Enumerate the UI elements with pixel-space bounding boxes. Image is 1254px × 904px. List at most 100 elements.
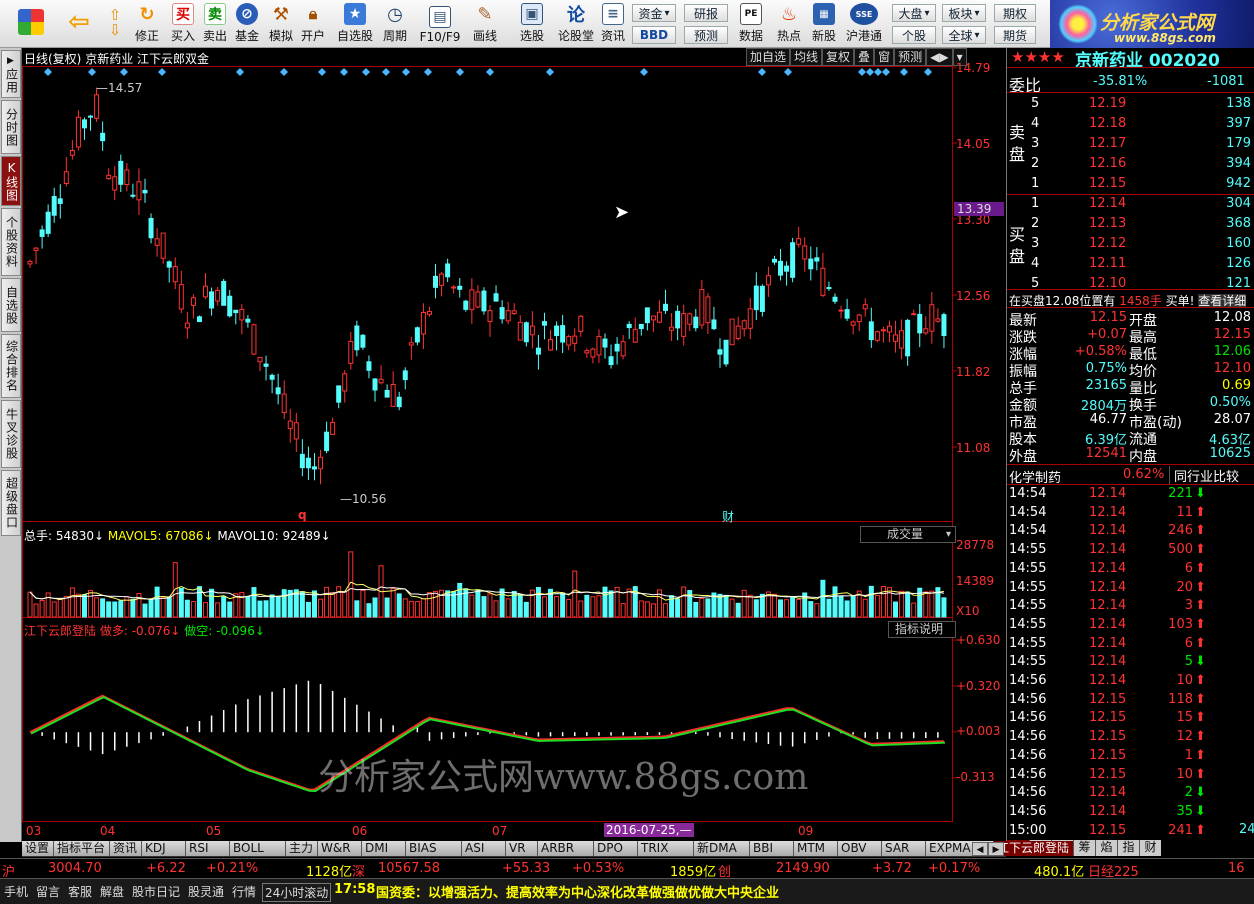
tab-kline[interactable]: K线图 <box>1 156 21 206</box>
open-account-button[interactable]: 🔒︎ 开户 <box>298 2 328 46</box>
indicator-tab[interactable]: TRIX <box>638 841 694 856</box>
indicator-tab[interactable]: 指标平台 <box>54 841 110 856</box>
indicator-tab[interactable]: KDJ <box>142 841 186 856</box>
add-watchlist-button[interactable]: 加自选 <box>746 48 791 66</box>
indicator-tab[interactable]: RSI <box>186 841 230 856</box>
indicator-tab[interactable]: ASI <box>462 841 506 856</box>
chart-canvas[interactable] <box>22 48 1006 842</box>
sector-dropdown[interactable]: 板块 ▾ <box>942 4 986 22</box>
research-button[interactable]: 研报 <box>684 4 728 22</box>
kline-chart-area[interactable]: 日线(复权) 京新药业 江下云郎双金 加自选 均线 复权 叠 窗 预测 ◀▶ ▾… <box>22 48 1006 842</box>
window-button[interactable]: 窗 <box>874 48 895 66</box>
period-button[interactable]: ◷ 周期 <box>378 2 412 46</box>
adjust-button[interactable]: 复权 <box>822 48 855 66</box>
simulate-button[interactable]: ⚒ 模拟 <box>266 2 296 46</box>
data-button[interactable]: PE 数据 <box>734 2 768 46</box>
tab-flame[interactable]: 焰 <box>1095 840 1117 856</box>
indicator-tab[interactable]: W&R <box>318 841 362 856</box>
tab-finance[interactable]: 财 <box>1139 840 1161 856</box>
home-button[interactable] <box>14 2 48 46</box>
tab-ranking[interactable]: 综合排名 <box>1 334 21 398</box>
indicator-tab[interactable]: VR <box>506 841 538 856</box>
tab-apps[interactable]: ▶ 应用 <box>1 50 21 98</box>
candle-body <box>560 325 566 343</box>
forum-button[interactable]: 论 论股堂 <box>556 2 596 46</box>
status-message[interactable]: 留言 <box>36 883 60 900</box>
indicator-tab[interactable]: MTM <box>794 841 838 856</box>
sector-compare-button[interactable]: 同行业比较 <box>1169 466 1239 485</box>
hotspot-button[interactable]: ♨ 热点 <box>772 2 806 46</box>
hk-connect-button[interactable]: SSE 沪港通 <box>842 2 886 46</box>
indicator-tab[interactable]: ARBR <box>538 841 594 856</box>
indicator-explain-button[interactable]: 指标说明 <box>888 621 956 638</box>
news-button[interactable]: ≡ 资讯 <box>598 2 628 46</box>
signal-diamonds <box>44 68 932 76</box>
overlay-button[interactable]: 叠 <box>854 48 875 66</box>
global-dropdown[interactable]: 全球 ▾ <box>942 26 986 44</box>
buy-button[interactable]: 买 买入 <box>168 2 198 46</box>
individual-stock-button[interactable]: 个股 <box>892 26 936 44</box>
indicator-tab[interactable]: 资讯 <box>110 841 142 856</box>
scroll-right-icon[interactable]: ▶ <box>988 842 1004 856</box>
volume-bar <box>433 590 439 618</box>
stat-label: 外盘 <box>1009 449 1037 465</box>
forecast-button[interactable]: 预测 <box>684 26 728 44</box>
status-quote[interactable]: 行情 <box>232 883 256 900</box>
tab-index[interactable]: 指 <box>1117 840 1139 856</box>
status-diary[interactable]: 股市日记 <box>132 883 180 900</box>
page-up-down-button[interactable]: ⇧ ⇩ <box>102 2 128 46</box>
sell-button[interactable]: 卖 卖出 <box>200 2 230 46</box>
indicator-tab[interactable]: DMI <box>362 841 406 856</box>
tab-timeshare[interactable]: 分时图 <box>1 100 21 154</box>
tick-price: 12.14 <box>1089 673 1127 688</box>
predict-button[interactable]: 预测 <box>894 48 927 66</box>
indicator-tab[interactable]: 主力 <box>286 841 318 856</box>
flame-icon: ♨ <box>780 3 798 25</box>
fund-button[interactable]: ⊘ 基金 <box>232 2 262 46</box>
tab-super-book[interactable]: 超级盘口 <box>1 470 21 536</box>
stock-picker-button[interactable]: ▣ 选股 <box>510 2 554 46</box>
tab-chips[interactable]: 筹 <box>1073 840 1095 856</box>
indicator-tab[interactable]: 新DMA <box>694 841 750 856</box>
indicator-tab[interactable]: BIAS <box>406 841 462 856</box>
bbd-button[interactable]: BBD <box>632 26 676 44</box>
new-stock-button[interactable]: ▦ 新股 <box>808 2 840 46</box>
f10-button[interactable]: ▤ F10/F9 <box>418 2 462 46</box>
indicator-tab[interactable]: SAR <box>882 841 926 856</box>
status-service[interactable]: 客服 <box>68 883 92 900</box>
draw-line-button[interactable]: ✎ 画线 <box>468 2 502 46</box>
futures-button[interactable]: 期货 <box>994 26 1036 44</box>
indicator-tab[interactable]: BOLL <box>230 841 286 856</box>
big-order-detail-link[interactable]: 查看详细 <box>1198 294 1247 308</box>
watchlist-button[interactable]: ★ 自选股 <box>334 2 376 46</box>
news-ticker[interactable]: 国资委：以增强活力、提高效率为中心深化改革做强做优做大中央企业 <box>376 882 779 901</box>
volume-combo[interactable]: 成交量 ▾ <box>860 526 956 543</box>
up-arrow-icon: ⬆ <box>1195 729 1206 745</box>
market-dropdown[interactable]: 大盘 ▾ <box>892 4 936 22</box>
fix-button[interactable]: ↻ 修正 <box>132 2 162 46</box>
ma-button[interactable]: 均线 <box>790 48 823 66</box>
speaker-icon[interactable]: ◀▶ <box>926 48 953 66</box>
volume-bar <box>426 592 432 618</box>
tab-diagnosis[interactable]: 牛叉诊股 <box>1 400 21 468</box>
indicator-tab[interactable]: 江下云郎登陆 <box>994 841 1074 856</box>
indicator-tab[interactable]: BBI <box>750 841 794 856</box>
status-mobile[interactable]: 手机 <box>4 883 28 900</box>
tab-watchlist[interactable]: 自选股 <box>1 278 21 332</box>
options-button[interactable]: 期权 <box>994 4 1036 22</box>
back-button[interactable]: ⇦ <box>62 2 96 46</box>
indicator-tab[interactable]: 设置 <box>22 841 54 856</box>
tab-stock-profile[interactable]: 个股资料 <box>1 208 21 276</box>
capital-dropdown[interactable]: 资金 ▾ <box>632 4 676 22</box>
candle-body <box>820 267 826 296</box>
indicator-tab[interactable]: OBV <box>838 841 882 856</box>
indicator-tab[interactable]: DPO <box>594 841 638 856</box>
status-24h[interactable]: 24小时滚动 <box>262 883 332 902</box>
candle-body <box>100 132 106 142</box>
volume-bar <box>481 596 487 618</box>
status-analysis[interactable]: 解盘 <box>100 883 124 900</box>
stat-value: 12.15 <box>1089 310 1127 325</box>
status-guling[interactable]: 股灵通 <box>188 883 224 900</box>
signal-diamond <box>44 68 52 76</box>
scroll-left-icon[interactable]: ◀ <box>972 842 988 856</box>
